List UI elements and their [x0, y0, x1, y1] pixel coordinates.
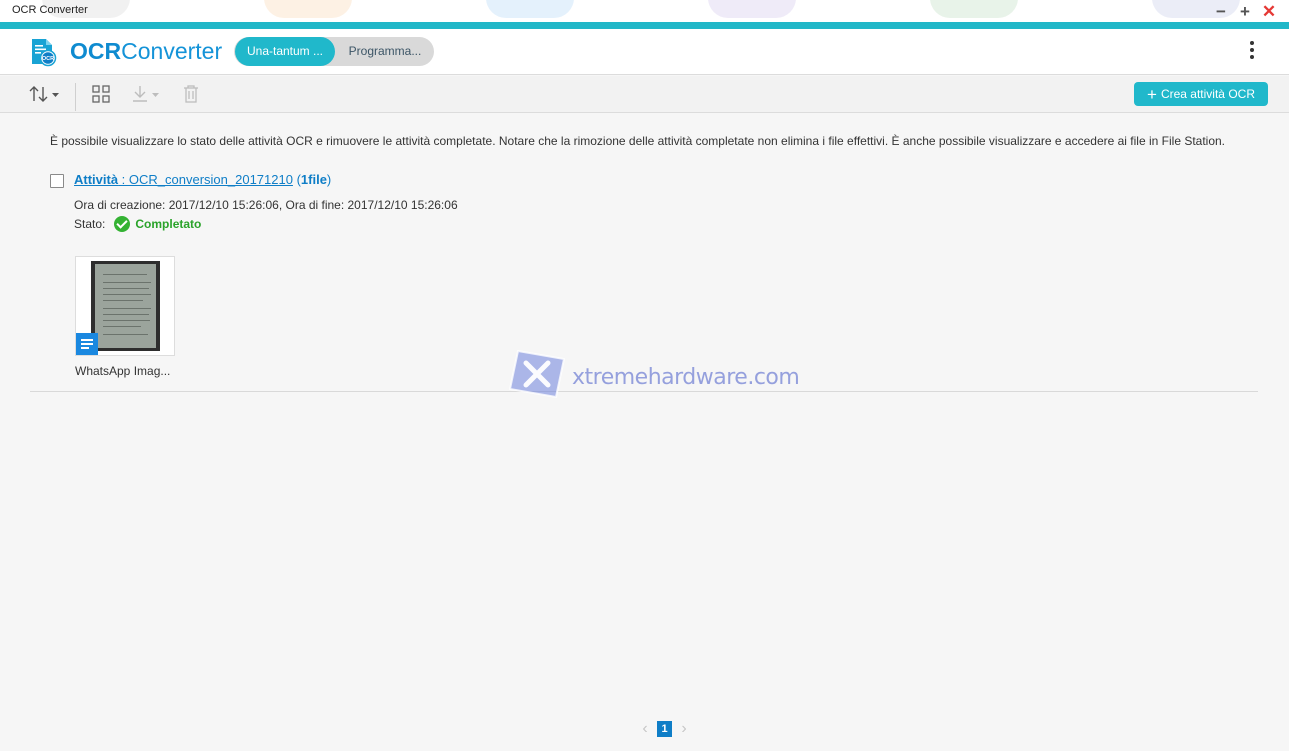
file-name: WhatsApp Imag...: [75, 364, 171, 378]
maximize-button[interactable]: +: [1236, 2, 1254, 20]
watermark-text: xtremehardware.com: [572, 365, 800, 390]
create-ocr-task-button[interactable]: + Crea attività OCR: [1134, 82, 1268, 106]
status-value: Completato: [135, 217, 202, 231]
minimize-button[interactable]: −: [1212, 2, 1230, 20]
accent-bar: [0, 22, 1289, 29]
toolbar: + Crea attività OCR: [0, 76, 1289, 113]
section-divider: [30, 391, 1258, 392]
close-icon: ✕: [1261, 1, 1277, 21]
logo-badge-text: OCR: [42, 56, 54, 62]
trash-icon: [184, 85, 198, 103]
app-logo-text: OCRConverter: [70, 38, 222, 64]
task-checkbox[interactable]: [50, 174, 64, 188]
task-label-prefix: Attività: [74, 172, 119, 187]
minimize-icon: −: [1216, 1, 1226, 21]
info-text: È possibile visualizzare lo stato delle …: [50, 134, 1226, 148]
toolbar-separator: [75, 83, 76, 111]
task-file-count: 1file: [300, 172, 327, 187]
logo-text-light: Converter: [121, 38, 223, 64]
window-titlebar: OCR Converter − + ✕: [0, 0, 1289, 22]
grid-view-button[interactable]: [90, 81, 112, 107]
sort-button[interactable]: [28, 81, 62, 107]
page-number-current[interactable]: 1: [657, 721, 672, 737]
mode-toggle: Una-tantum ... Programma...: [234, 37, 434, 66]
download-icon: [133, 86, 159, 102]
check-circle-icon: [114, 216, 131, 232]
window-title: OCR Converter: [12, 4, 88, 16]
task-count-close: ): [326, 172, 332, 187]
status-label: Stato:: [74, 217, 106, 231]
prev-page-button[interactable]: ‹: [638, 720, 652, 738]
delete-button[interactable]: [180, 81, 202, 107]
plus-icon: +: [1147, 84, 1157, 104]
background-app-icons: [0, 0, 1289, 22]
maximize-icon: +: [1240, 1, 1250, 21]
download-button[interactable]: [130, 81, 162, 107]
next-page-button[interactable]: ›: [677, 720, 691, 738]
kebab-menu-icon[interactable]: [1244, 41, 1260, 63]
watermark-logo-icon: [508, 349, 566, 399]
file-thumbnail[interactable]: [75, 256, 175, 356]
text-document-icon: [76, 333, 98, 355]
close-button[interactable]: ✕: [1260, 2, 1278, 20]
task-title: Attività : OCR_conversion_20171210 (1fil…: [74, 172, 331, 187]
document-photo-image: [91, 261, 160, 351]
sort-icon: [29, 86, 59, 102]
mode-scheduled-button[interactable]: Programma...: [338, 37, 432, 66]
task-count-open: (: [292, 172, 301, 187]
mode-one-time-button[interactable]: Una-tantum ...: [235, 37, 335, 66]
task-times: Ora di creazione: 2017/12/10 15:26:06, O…: [74, 198, 458, 212]
task-name: : OCR_conversion_20171210: [118, 172, 293, 187]
task-status: Stato: Completato: [74, 216, 201, 232]
task-link[interactable]: Attività : OCR_conversion_20171210: [74, 172, 293, 187]
ocr-logo-icon: OCR: [32, 39, 57, 67]
create-ocr-task-label: Crea attività OCR: [1160, 87, 1255, 101]
pagination: ‹ 1 ›: [638, 720, 691, 738]
logo-text-bold: OCR: [70, 38, 122, 64]
app-header: OCR OCRConverter Una-tantum ... Programm…: [0, 29, 1289, 75]
grid-view-icon: [92, 85, 110, 103]
